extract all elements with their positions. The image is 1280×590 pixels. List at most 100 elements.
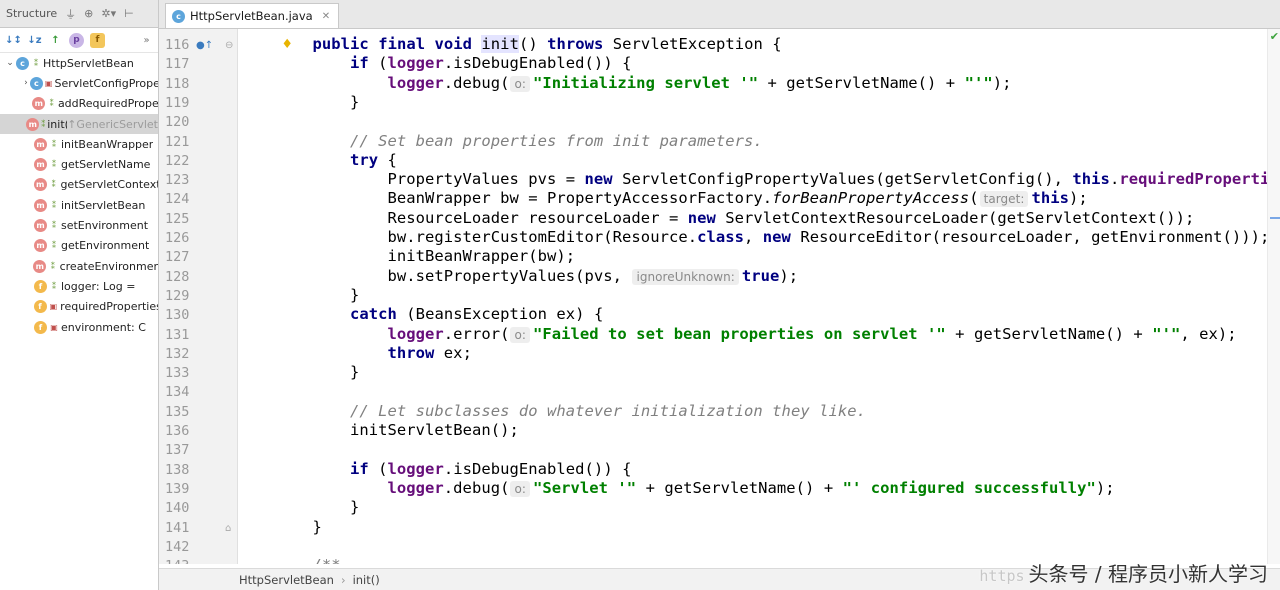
- structure-item[interactable]: f ▣ requiredProperties: [0, 297, 158, 317]
- structure-item[interactable]: m ⁑ getServletName: [0, 154, 158, 174]
- structure-item[interactable]: m ⁑ createEnvironment: [0, 256, 158, 276]
- structure-item[interactable]: m⁑addRequiredProperty: [0, 94, 158, 114]
- structure-item-label: ServletConfigPropertyValues: [54, 76, 158, 90]
- hide-panel-icon[interactable]: ⊢: [124, 7, 134, 20]
- expand-right-icon[interactable]: ›: [22, 78, 30, 88]
- code-token: (): [518, 35, 548, 53]
- editor-gutter: 116 117 118 119 120 121 122 123 124 125 126 127 128 1…: [159, 29, 238, 564]
- structure-item[interactable]: f ⁑ logger: Log =: [0, 276, 158, 296]
- code-token: ServletConfigPropertyValues(getServletCo…: [612, 170, 1073, 189]
- show-properties-icon[interactable]: p: [69, 32, 84, 48]
- structure-item[interactable]: m ⁑ getEnvironment: [0, 236, 158, 256]
- code-line: }: [313, 518, 322, 536]
- breadcrumb-class[interactable]: HttpServletBean: [239, 573, 334, 587]
- structure-toolbar: ↓↕ ↓z ↑ p f »: [0, 28, 158, 53]
- fold-icon[interactable]: ⊖: [225, 40, 233, 51]
- collapse-all-icon[interactable]: ⏚: [65, 6, 76, 22]
- code-token: , ex);: [1180, 324, 1237, 343]
- show-fields-icon[interactable]: f: [90, 32, 105, 48]
- line-number: 119: [165, 94, 190, 111]
- line-number: 141: [165, 519, 190, 536]
- code-editor[interactable]: public final void init() throws ServletE…: [238, 29, 1268, 564]
- pin-icon[interactable]: ⊕: [84, 7, 93, 20]
- override-method-icon[interactable]: ●↑: [196, 40, 213, 51]
- line-number: 136: [165, 423, 190, 439]
- code-line: }: [350, 498, 359, 516]
- sort-alphabetically-icon[interactable]: ↓z: [27, 33, 42, 48]
- code-token: "'": [1152, 324, 1181, 343]
- fold-end-icon[interactable]: ⌂: [225, 523, 231, 534]
- watermark-url: https: [979, 567, 1025, 585]
- method-icon: m: [26, 117, 40, 131]
- line-number: 123: [165, 172, 190, 189]
- editor-scrollbar[interactable]: ✔: [1267, 29, 1280, 564]
- code-token: "' configured successfully": [842, 478, 1096, 497]
- tab-httpservletbean-java[interactable]: c HttpServletBean.java ✕: [165, 3, 340, 28]
- code-line: if (logger.isDebugEnabled()) {: [350, 460, 631, 478]
- private-lock-icon: ▣: [44, 78, 53, 88]
- parameter-hint: o:: [510, 480, 530, 497]
- structure-panel: Structure ⏚ ⊕ ✲▾ ⊢ ↓↕ ↓z ↑ p f » ⌄ c ⁑ Http…: [0, 0, 159, 590]
- code-token: this: [1072, 170, 1110, 189]
- code-token: throws: [547, 35, 604, 53]
- visibility-icon: ⁑: [51, 180, 56, 190]
- structure-item-label: init(): void: [47, 117, 67, 131]
- code-token: .isDebugEnabled()) {: [443, 459, 632, 478]
- structure-item[interactable]: f ▣ environment: C: [0, 317, 158, 337]
- line-number: 129: [165, 287, 190, 304]
- code-line: }: [350, 363, 359, 381]
- structure-item[interactable]: m ⁑ initServletBean: [0, 195, 158, 215]
- more-options-icon[interactable]: »: [139, 33, 154, 48]
- code-token: initBeanWrapper(bw);: [387, 247, 576, 266]
- editor-tab-bar: c HttpServletBean.java ✕: [159, 0, 1280, 29]
- line-number: 120: [165, 114, 190, 131]
- breadcrumb-method[interactable]: init(): [353, 573, 380, 587]
- code-token: class: [697, 228, 745, 246]
- code-comment: // Let subclasses do whatever initializa…: [350, 401, 866, 420]
- structure-item[interactable]: m ⁑ initBeanWrapper: [0, 134, 158, 154]
- show-inherited-icon[interactable]: ↑: [48, 33, 63, 48]
- code-token: ServletException {: [603, 35, 782, 53]
- tab-label: HttpServletBean.java: [190, 9, 313, 23]
- structure-item[interactable]: ⌄ c ⁑ HttpServletBean: [0, 53, 158, 73]
- structure-item[interactable]: ›c▣ServletConfigPropertyValues: [0, 73, 158, 93]
- line-number: 122: [165, 152, 190, 169]
- code-token: );: [1069, 189, 1088, 208]
- code-token: initServletBean();: [350, 421, 519, 439]
- code-token: (: [969, 189, 979, 208]
- code-token: ex;: [434, 343, 472, 362]
- code-token: ResourceLoader resourceLoader =: [387, 208, 688, 227]
- line-number: 143: [165, 558, 195, 564]
- close-tab-icon[interactable]: ✕: [322, 11, 330, 22]
- settings-gear-icon[interactable]: ✲▾: [101, 7, 116, 20]
- parameter-hint: ignoreUnknown:: [632, 268, 739, 285]
- code-token: + getServletName() +: [945, 324, 1153, 343]
- line-number: 131: [165, 326, 190, 343]
- code-comment: // Set bean properties from init paramet…: [350, 131, 763, 150]
- code-token: }: [350, 92, 360, 111]
- visibility-icon: ⁑: [52, 241, 56, 251]
- line-number: 128: [165, 268, 190, 285]
- method-icon: m: [34, 137, 47, 151]
- code-token: requiredProperties: [1119, 170, 1268, 189]
- structure-item-label: getServletContext: [60, 178, 158, 192]
- code-token: }: [350, 285, 360, 304]
- code-token: logger: [387, 324, 444, 343]
- code-line: /**: [313, 556, 341, 564]
- sort-by-visibility-icon[interactable]: ↓↕: [5, 33, 22, 48]
- code-line: PropertyValues pvs = new ServletConfigPr…: [388, 170, 1269, 188]
- lightbulb-intention-icon[interactable]: ♦: [283, 35, 292, 53]
- scroll-marker[interactable]: [1270, 217, 1280, 219]
- code-token: );: [992, 73, 1012, 92]
- code-token: ,: [744, 228, 763, 246]
- code-token: );: [779, 266, 799, 285]
- expand-down-icon[interactable]: ⌄: [4, 58, 16, 68]
- structure-item[interactable]: m ⁑ setEnvironment: [0, 215, 158, 235]
- structure-item[interactable]: m⁑init(): void ↑GenericServlet: [0, 113, 158, 135]
- code-token: try: [350, 150, 379, 169]
- code-line: BeanWrapper bw = PropertyAccessorFactory…: [388, 189, 1088, 208]
- code-token: logger: [387, 73, 444, 92]
- structure-item[interactable]: m ⁑ getServletContext: [0, 175, 158, 195]
- line-number: 137: [165, 442, 190, 459]
- code-token: "'": [964, 73, 993, 92]
